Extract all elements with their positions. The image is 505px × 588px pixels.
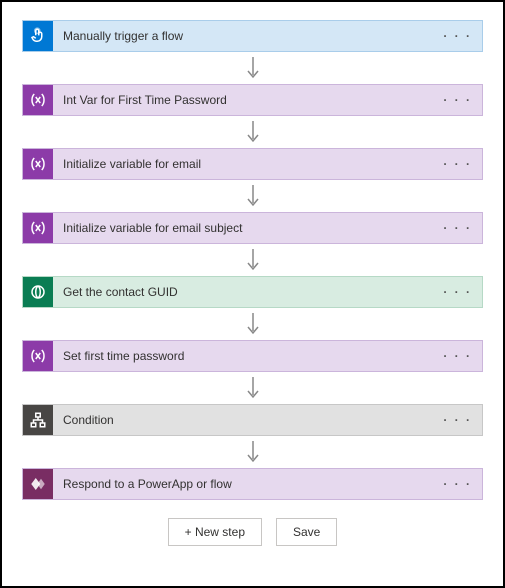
arrow-down-icon bbox=[243, 52, 263, 84]
step-title: Manually trigger a flow bbox=[53, 29, 433, 43]
step-title: Respond to a PowerApp or flow bbox=[53, 477, 433, 491]
arrow-down-icon bbox=[243, 116, 263, 148]
step-title: Condition bbox=[53, 413, 433, 427]
ellipsis-icon[interactable]: · · · bbox=[433, 29, 482, 43]
cds-icon bbox=[23, 277, 53, 307]
var-icon bbox=[23, 341, 53, 371]
flow-step[interactable]: Initialize variable for email· · · bbox=[22, 148, 483, 180]
step-title: Set first time password bbox=[53, 349, 433, 363]
new-step-button[interactable]: + New step bbox=[168, 518, 262, 546]
ellipsis-icon[interactable]: · · · bbox=[433, 349, 482, 363]
flow-step[interactable]: Manually trigger a flow· · · bbox=[22, 20, 483, 52]
flow-step[interactable]: Set first time password· · · bbox=[22, 340, 483, 372]
arrow-down-icon bbox=[243, 436, 263, 468]
arrow-down-icon bbox=[243, 372, 263, 404]
pa-icon bbox=[23, 469, 53, 499]
step-title: Get the contact GUID bbox=[53, 285, 433, 299]
var-icon bbox=[23, 149, 53, 179]
flow-step[interactable]: Initialize variable for email subject· ·… bbox=[22, 212, 483, 244]
flow-step[interactable]: Respond to a PowerApp or flow· · · bbox=[22, 468, 483, 500]
step-title: Initialize variable for email bbox=[53, 157, 433, 171]
arrow-down-icon bbox=[243, 180, 263, 212]
ellipsis-icon[interactable]: · · · bbox=[433, 221, 482, 235]
ellipsis-icon[interactable]: · · · bbox=[433, 413, 482, 427]
touch-icon bbox=[23, 21, 53, 51]
step-title: Initialize variable for email subject bbox=[53, 221, 433, 235]
arrow-down-icon bbox=[243, 308, 263, 340]
flow-step[interactable]: Condition· · · bbox=[22, 404, 483, 436]
ellipsis-icon[interactable]: · · · bbox=[433, 477, 482, 491]
cond-icon bbox=[23, 405, 53, 435]
footer-actions: + New step Save bbox=[22, 518, 483, 546]
flow-step[interactable]: Int Var for First Time Password· · · bbox=[22, 84, 483, 116]
ellipsis-icon[interactable]: · · · bbox=[433, 285, 482, 299]
flow-step[interactable]: Get the contact GUID· · · bbox=[22, 276, 483, 308]
var-icon bbox=[23, 85, 53, 115]
ellipsis-icon[interactable]: · · · bbox=[433, 157, 482, 171]
step-title: Int Var for First Time Password bbox=[53, 93, 433, 107]
ellipsis-icon[interactable]: · · · bbox=[433, 93, 482, 107]
save-button[interactable]: Save bbox=[276, 518, 337, 546]
var-icon bbox=[23, 213, 53, 243]
flow-canvas: Manually trigger a flow· · ·Int Var for … bbox=[22, 20, 483, 500]
arrow-down-icon bbox=[243, 244, 263, 276]
